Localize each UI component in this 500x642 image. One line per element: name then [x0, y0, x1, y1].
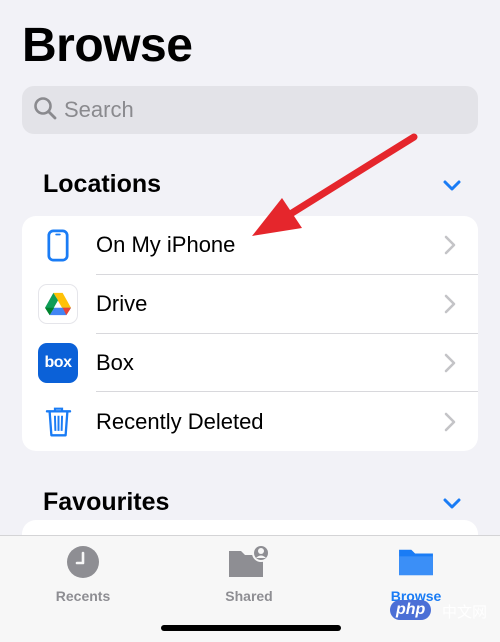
home-indicator[interactable] — [161, 625, 341, 631]
search-icon — [32, 95, 58, 126]
tab-recents[interactable]: Recents — [23, 544, 143, 604]
chevron-right-icon — [444, 294, 456, 314]
location-label: Recently Deleted — [96, 408, 264, 434]
locations-title: Locations — [43, 170, 162, 198]
location-label: Box — [96, 349, 134, 375]
watermark-text: 中文网 — [442, 604, 488, 621]
location-drive[interactable]: Drive — [22, 275, 478, 334]
tab-browse[interactable]: Browse — [356, 544, 476, 604]
location-label: On My iPhone — [96, 232, 236, 258]
chevron-down-icon[interactable] — [441, 174, 463, 196]
tab-label: Shared — [225, 588, 273, 604]
box-logo-text: box — [44, 353, 72, 371]
tab-shared[interactable]: Shared — [189, 544, 309, 604]
chevron-right-icon — [444, 235, 456, 255]
trash-icon — [38, 402, 78, 442]
iphone-icon — [38, 225, 78, 265]
shared-folder-icon — [227, 544, 271, 580]
chevron-right-icon — [444, 412, 456, 432]
locations-list: On My iPhone Drive box Box Recently Dele… — [22, 216, 478, 451]
watermark-badge: php — [390, 600, 432, 620]
favourites-title: Favourites — [43, 488, 170, 516]
chevron-right-icon — [444, 353, 456, 373]
search-bar[interactable] — [22, 86, 478, 134]
locations-header[interactable]: Locations — [43, 170, 463, 199]
location-on-my-iphone[interactable]: On My iPhone — [22, 216, 478, 275]
box-icon: box — [38, 342, 78, 383]
clock-icon — [66, 544, 100, 580]
folder-icon — [397, 544, 435, 580]
page-title: Browse — [22, 19, 193, 72]
search-input[interactable] — [64, 97, 444, 123]
favourites-header[interactable]: Favourites — [43, 488, 463, 517]
location-label: Drive — [96, 291, 148, 317]
location-box[interactable]: box Box — [22, 334, 478, 393]
chevron-down-icon[interactable] — [441, 492, 463, 514]
location-recently-deleted[interactable]: Recently Deleted — [22, 392, 478, 451]
google-drive-icon — [38, 284, 78, 325]
tab-label: Recents — [55, 588, 111, 604]
